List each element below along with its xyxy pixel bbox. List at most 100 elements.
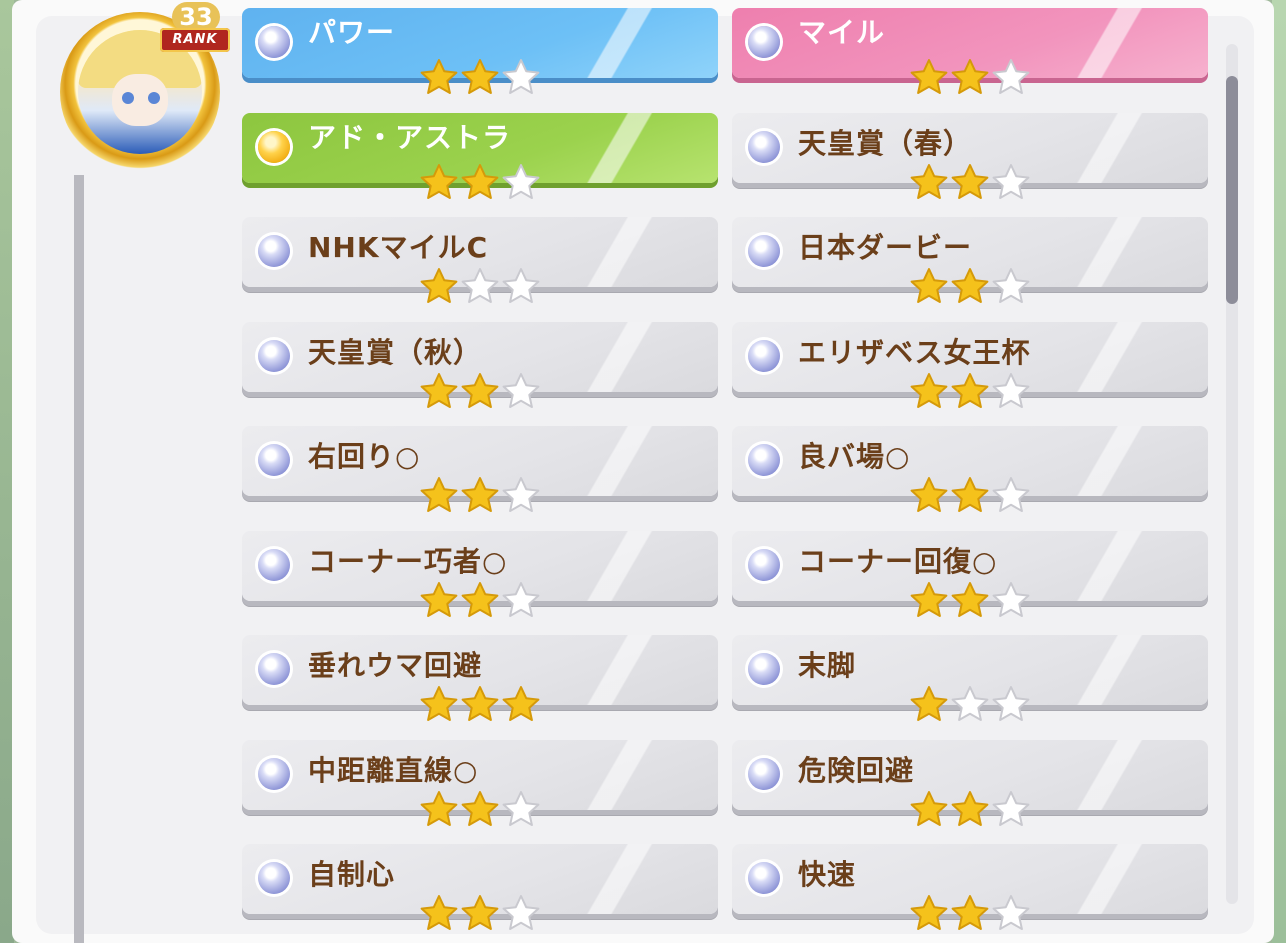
skill-orb-icon: [258, 549, 290, 581]
star-filled-icon: [461, 476, 499, 514]
skill-label: 危険回避: [798, 754, 915, 787]
skill-orb-icon: [748, 549, 780, 581]
star-filled-icon: [910, 372, 948, 410]
star-filled-icon: [910, 581, 948, 619]
star-filled-icon: [910, 476, 948, 514]
star-filled-icon: [420, 372, 458, 410]
star-empty-icon: [992, 163, 1030, 201]
star-filled-icon: [420, 58, 458, 96]
skill-card[interactable]: 中距離直線○: [242, 740, 718, 826]
star-filled-icon: [461, 685, 499, 723]
star-empty-icon: [502, 267, 540, 305]
skill-star-rating: [420, 685, 540, 723]
star-empty-icon: [992, 476, 1030, 514]
star-filled-icon: [951, 163, 989, 201]
star-empty-icon: [502, 476, 540, 514]
skill-card[interactable]: 自制心: [242, 844, 718, 930]
skill-card[interactable]: マイル: [732, 8, 1208, 94]
rank-badge: RANK: [160, 28, 230, 52]
skill-label: マイル: [798, 16, 886, 49]
star-filled-icon: [951, 581, 989, 619]
character-avatar[interactable]: 33 RANK: [60, 2, 234, 172]
star-empty-icon: [461, 267, 499, 305]
star-empty-icon: [502, 58, 540, 96]
skill-star-rating: [910, 372, 1030, 410]
star-filled-icon: [910, 894, 948, 932]
skill-star-rating: [910, 894, 1030, 932]
skill-orb-icon: [748, 26, 780, 58]
star-filled-icon: [502, 685, 540, 723]
star-empty-icon: [502, 163, 540, 201]
skill-card[interactable]: 危険回避: [732, 740, 1208, 826]
scrollbar-thumb[interactable]: [1226, 76, 1238, 304]
skill-star-rating: [910, 267, 1030, 305]
skill-orb-icon: [748, 862, 780, 894]
skill-star-rating: [910, 476, 1030, 514]
skill-label: 天皇賞（春）: [798, 127, 973, 160]
star-filled-icon: [910, 267, 948, 305]
skill-star-rating: [910, 685, 1030, 723]
skill-card[interactable]: アド・アストラ: [242, 113, 718, 199]
skill-label: 日本ダービー: [798, 231, 973, 264]
skill-card[interactable]: 快速: [732, 844, 1208, 930]
skill-label: 中距離直線○: [308, 754, 479, 787]
skill-card[interactable]: コーナー回復○: [732, 531, 1208, 617]
skill-label: 良バ場○: [798, 440, 911, 473]
star-filled-icon: [461, 372, 499, 410]
star-filled-icon: [420, 581, 458, 619]
skill-card[interactable]: パワー: [242, 8, 718, 94]
skill-orb-icon: [258, 235, 290, 267]
skill-orb-icon: [748, 758, 780, 790]
skill-label: エリザベス女王杯: [798, 336, 1031, 369]
star-empty-icon: [502, 894, 540, 932]
star-filled-icon: [910, 58, 948, 96]
star-empty-icon: [992, 267, 1030, 305]
skill-card[interactable]: エリザベス女王杯: [732, 322, 1208, 408]
timeline-line: [74, 175, 84, 943]
skill-star-rating: [420, 163, 540, 201]
skill-label: パワー: [308, 16, 396, 49]
star-filled-icon: [951, 372, 989, 410]
star-filled-icon: [461, 163, 499, 201]
star-filled-icon: [461, 894, 499, 932]
skill-card[interactable]: 天皇賞（秋）: [242, 322, 718, 408]
skill-star-rating: [910, 58, 1030, 96]
skill-card[interactable]: 垂れウマ回避: [242, 635, 718, 721]
skill-orb-icon: [258, 131, 290, 163]
skill-star-rating: [420, 790, 540, 828]
star-empty-icon: [992, 58, 1030, 96]
skill-star-rating: [910, 581, 1030, 619]
skill-card[interactable]: 良バ場○: [732, 426, 1208, 512]
skill-label: 右回り○: [308, 440, 421, 473]
star-filled-icon: [420, 894, 458, 932]
skill-orb-icon: [748, 444, 780, 476]
skill-star-rating: [420, 58, 540, 96]
skill-card[interactable]: 末脚: [732, 635, 1208, 721]
star-empty-icon: [502, 581, 540, 619]
skill-orb-icon: [748, 653, 780, 685]
skill-orb-icon: [258, 26, 290, 58]
star-empty-icon: [992, 372, 1030, 410]
skill-label: アド・アストラ: [308, 121, 512, 154]
star-filled-icon: [461, 790, 499, 828]
skill-star-rating: [420, 372, 540, 410]
star-filled-icon: [951, 267, 989, 305]
star-filled-icon: [951, 790, 989, 828]
skill-card[interactable]: コーナー巧者○: [242, 531, 718, 617]
star-filled-icon: [461, 58, 499, 96]
skill-card[interactable]: NHKマイルC: [242, 217, 718, 303]
star-filled-icon: [461, 581, 499, 619]
star-empty-icon: [502, 790, 540, 828]
star-empty-icon: [992, 790, 1030, 828]
skill-orb-icon: [258, 862, 290, 894]
skill-label: コーナー回復○: [798, 545, 998, 578]
skill-card[interactable]: 日本ダービー: [732, 217, 1208, 303]
skill-label: 末脚: [798, 649, 857, 682]
skill-card[interactable]: 天皇賞（春）: [732, 113, 1208, 199]
skill-star-rating: [420, 581, 540, 619]
skill-card[interactable]: 右回り○: [242, 426, 718, 512]
star-filled-icon: [420, 267, 458, 305]
skill-label: 自制心: [308, 858, 396, 891]
star-filled-icon: [910, 790, 948, 828]
star-filled-icon: [951, 58, 989, 96]
